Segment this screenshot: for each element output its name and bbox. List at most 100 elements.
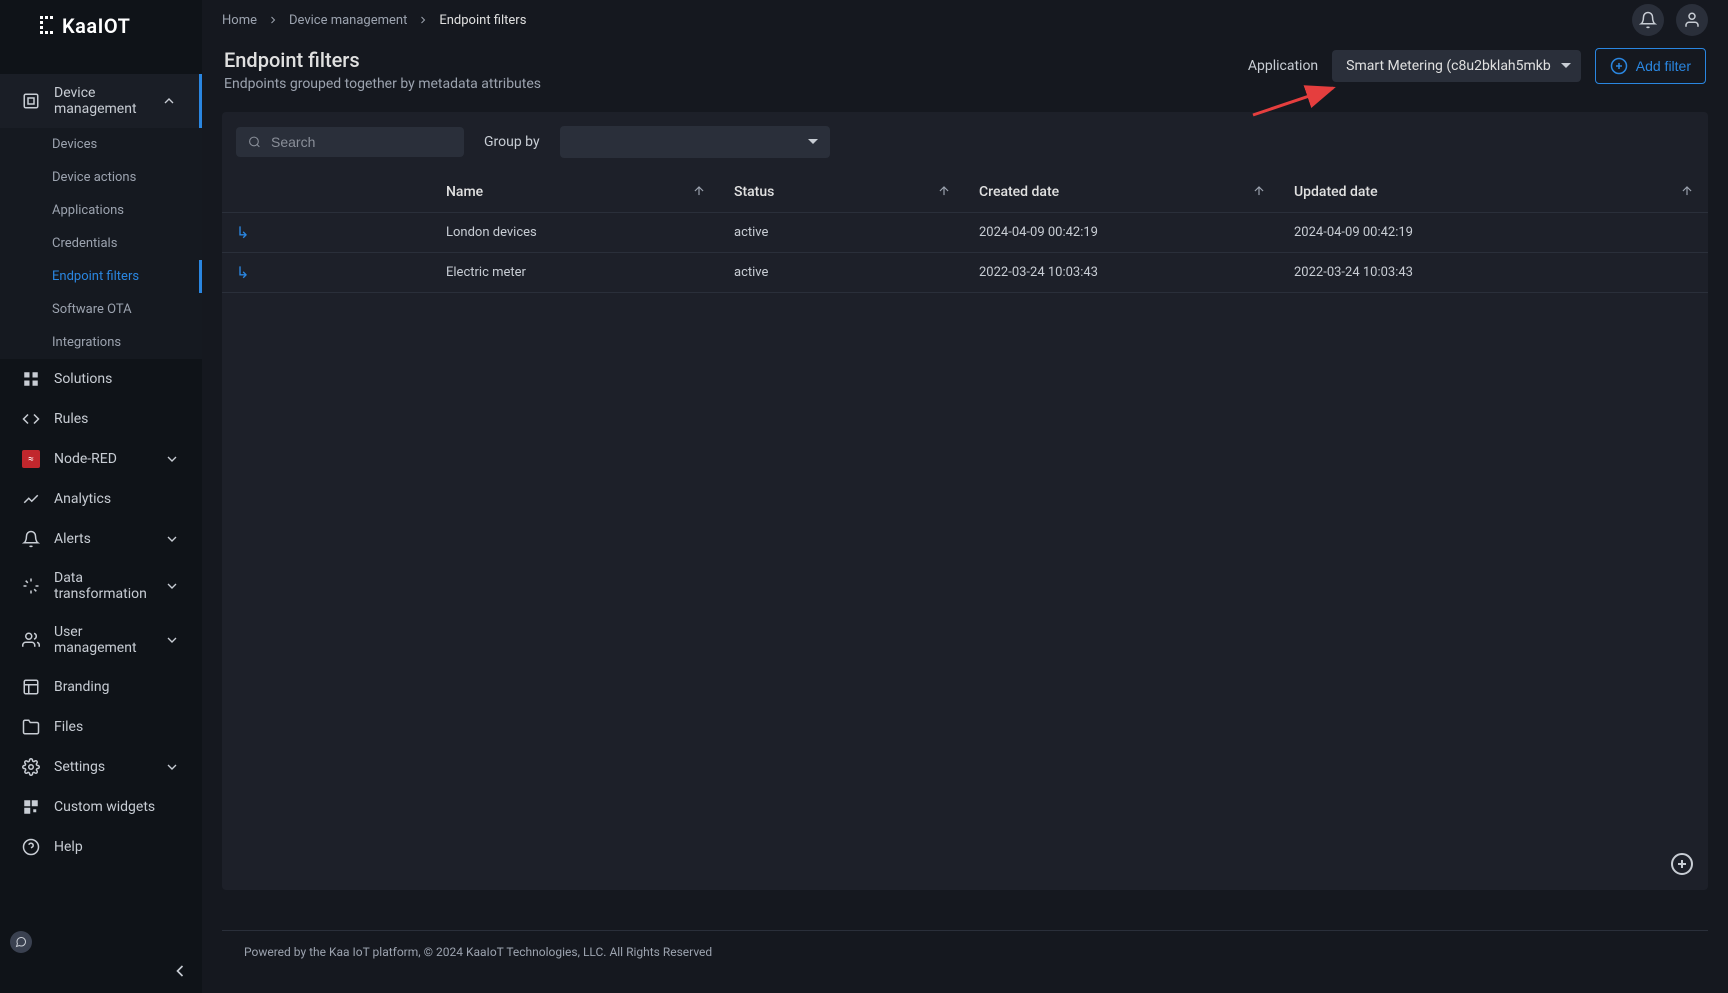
breadcrumb-device-management[interactable]: Device management [289,13,407,28]
page-subtitle: Endpoints grouped together by metadata a… [224,76,541,92]
transform-icon [22,577,40,595]
sidebar-item-label: Data transformation [54,570,150,602]
table-row[interactable]: ↳ London devices active 2024-04-09 00:42… [222,213,1708,253]
group-by-label: Group by [484,134,540,150]
logo-area: KaaIOT [0,0,202,74]
add-fab[interactable] [1670,852,1694,876]
sidebar-item-device-actions[interactable]: Device actions [0,161,202,194]
cell-created: 2022-03-24 10:03:43 [965,253,1280,293]
sidebar-item-help[interactable]: Help [0,827,202,867]
sidebar-item-device-management[interactable]: Device management [0,74,202,128]
search-box[interactable] [236,127,464,157]
apps-icon [22,370,40,388]
cell-created: 2024-04-09 00:42:19 [965,213,1280,253]
sidebar-item-analytics[interactable]: Analytics [0,479,202,519]
cell-name: Electric meter [432,253,720,293]
logo-text: KaaIOT [62,14,130,38]
plus-circle-icon [1670,852,1694,876]
sidebar-item-software-ota[interactable]: Software OTA [0,293,202,326]
branding-icon [22,678,40,696]
search-input[interactable] [271,134,452,150]
filters-table: Name Status Created date [222,172,1708,293]
sidebar-item-custom-widgets[interactable]: Custom widgets [0,787,202,827]
sidebar-item-label: Alerts [54,531,150,547]
application-select[interactable]: Smart Metering (c8u2bklah5mkb [1332,50,1581,82]
cell-status: active [720,213,965,253]
page-title: Endpoint filters [224,48,541,72]
sidebar-item-label: Analytics [54,491,180,507]
content: Group by Name [202,112,1728,993]
sidebar-item-label: Help [54,839,180,855]
sort-up-icon [937,184,951,198]
sidebar-item-alerts[interactable]: Alerts [0,519,202,559]
logo[interactable]: KaaIOT [40,14,130,38]
bell-icon [1639,11,1657,29]
sort-up-icon [692,184,706,198]
sidebar-item-applications[interactable]: Applications [0,194,202,227]
breadcrumb-current: Endpoint filters [439,13,526,28]
subdirectory-arrow-icon: ↳ [236,223,249,242]
header-left: Endpoint filters Endpoints grouped toget… [224,48,541,92]
application-label: Application [1248,58,1318,74]
chevron-right-icon [417,14,429,26]
sidebar-submenu: Devices Device actions Applications Cred… [0,128,202,359]
chevron-down-icon [164,451,180,467]
topbar-right [1632,4,1708,36]
sidebar-collapse[interactable] [0,949,202,993]
widgets-icon [22,798,40,816]
sidebar-item-integrations[interactable]: Integrations [0,326,202,359]
sidebar-item-rules[interactable]: Rules [0,399,202,439]
col-updated[interactable]: Updated date [1280,172,1708,213]
cell-updated: 2024-04-09 00:42:19 [1280,213,1708,253]
col-name[interactable]: Name [432,172,720,213]
sidebar-item-settings[interactable]: Settings [0,747,202,787]
breadcrumb-home[interactable]: Home [222,13,257,28]
cell-status: active [720,253,965,293]
sidebar-item-credentials[interactable]: Credentials [0,227,202,260]
notifications-button[interactable] [1632,4,1664,36]
chevron-down-icon [164,759,180,775]
chevron-right-icon [267,14,279,26]
sidebar-item-user-management[interactable]: User management [0,613,202,667]
sidebar-item-devices[interactable]: Devices [0,128,202,161]
logo-icon [40,16,58,36]
chevron-up-icon [161,93,177,109]
header-right: Application Smart Metering (c8u2bklah5mk… [1248,48,1706,84]
group-by-select[interactable] [560,126,830,158]
sort-up-icon [1252,184,1266,198]
help-icon [22,838,40,856]
sidebar-item-endpoint-filters[interactable]: Endpoint filters [0,260,202,293]
search-icon [248,134,261,150]
footer: Powered by the Kaa IoT platform, © 2024 … [222,930,1708,973]
table-row[interactable]: ↳ Electric meter active 2022-03-24 10:03… [222,253,1708,293]
sidebar-item-node-red[interactable]: ≈ Node-RED [0,439,202,479]
application-select-value: Smart Metering (c8u2bklah5mkb [1346,58,1551,74]
analytics-icon [22,490,40,508]
sidebar-item-solutions[interactable]: Solutions [0,359,202,399]
cell-updated: 2022-03-24 10:03:43 [1280,253,1708,293]
plus-circle-icon [1610,57,1628,75]
chat-bubble[interactable] [10,931,32,953]
chevron-down-icon [164,578,180,594]
add-filter-button[interactable]: Add filter [1595,48,1706,84]
breadcrumb: Home Device management Endpoint filters [222,13,526,28]
sidebar: KaaIOT Device management Devices Device … [0,0,202,993]
sidebar-item-label: Files [54,719,180,735]
panel: Group by Name [222,112,1708,890]
cell-name: London devices [432,213,720,253]
sidebar-item-label: Rules [54,411,180,427]
nav: Device management Devices Device actions… [0,74,202,949]
sidebar-item-data-transformation[interactable]: Data transformation [0,559,202,613]
col-status[interactable]: Status [720,172,965,213]
col-created[interactable]: Created date [965,172,1280,213]
profile-button[interactable] [1676,4,1708,36]
col-expand [222,172,432,213]
chevron-down-icon [164,531,180,547]
sidebar-item-files[interactable]: Files [0,707,202,747]
sidebar-item-branding[interactable]: Branding [0,667,202,707]
code-icon [22,410,40,428]
sidebar-item-label: Custom widgets [54,799,180,815]
users-icon [22,631,40,649]
sidebar-item-label: Branding [54,679,180,695]
topbar: Home Device management Endpoint filters [202,0,1728,40]
